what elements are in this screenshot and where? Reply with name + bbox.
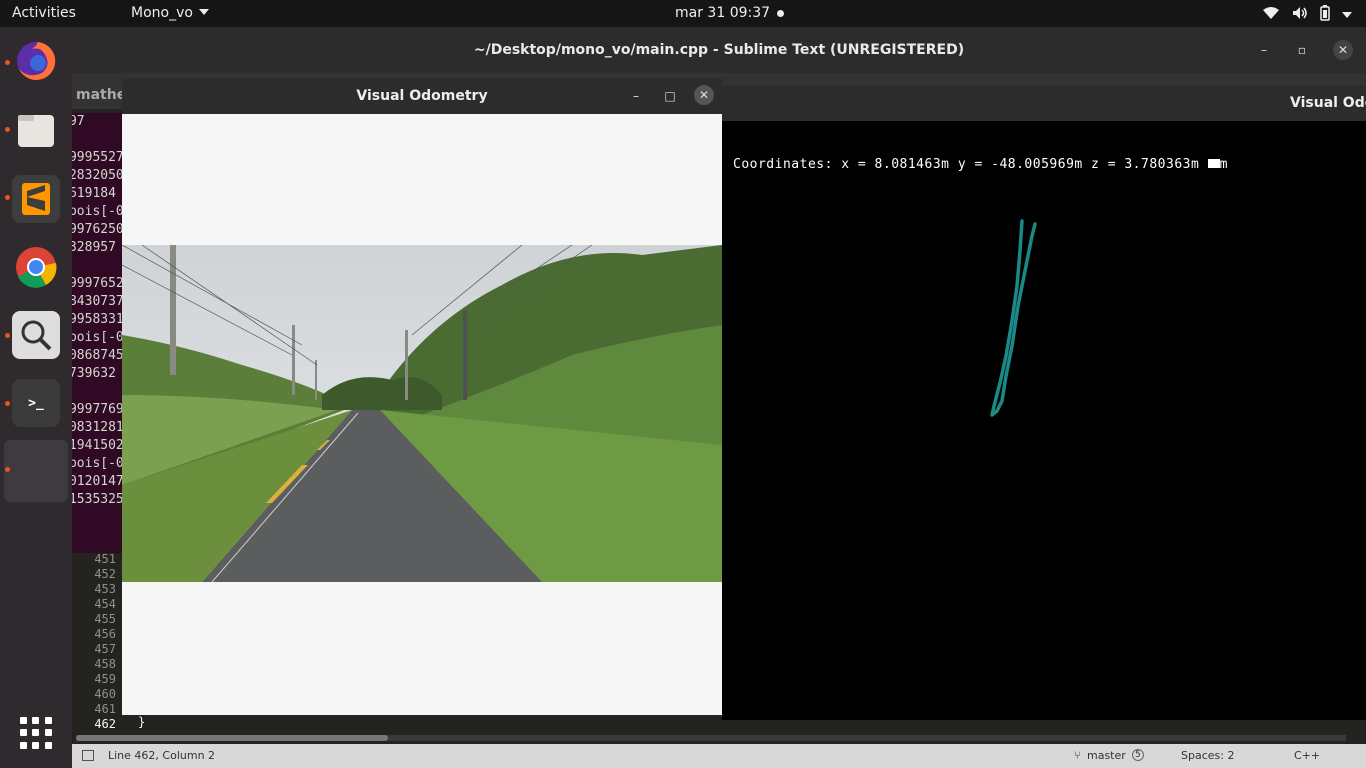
scrollbar-thumb[interactable] (76, 735, 388, 741)
camera-frame (122, 245, 722, 582)
dock-selected-slot[interactable] (4, 440, 68, 502)
indentation-setting[interactable]: Spaces: 2 (1181, 749, 1234, 762)
search-icon[interactable] (12, 311, 60, 359)
git-branch-icon: ⑂ (1074, 749, 1081, 762)
running-indicator (5, 60, 10, 65)
line-number: 453 (94, 582, 116, 596)
files-icon[interactable] (12, 107, 60, 155)
running-indicator (5, 127, 10, 132)
line-number: 455 (94, 612, 116, 626)
chrome-icon[interactable] (12, 243, 60, 291)
show-apps-icon[interactable] (20, 717, 52, 749)
terminal-icon[interactable]: >_ (12, 379, 60, 427)
firefox-icon[interactable] (12, 37, 60, 85)
wifi-icon (1262, 6, 1280, 24)
line-gutter: 451 452 453 454 455 456 457 458 459 460 461 462 (72, 552, 122, 732)
chevron-down-icon (1342, 12, 1352, 18)
line-number: 459 (94, 672, 116, 686)
close-button[interactable]: ✕ (694, 85, 714, 105)
trajectory-plot (990, 219, 1037, 417)
clock[interactable]: mar 31 09:37 (675, 5, 770, 21)
app-menu-label: Mono_vo (131, 5, 193, 21)
line-number: 451 (94, 552, 116, 566)
sublime-title: ~/Desktop/mono_vo/main.cpp - Sublime Tex… (72, 27, 1366, 73)
line-number: 452 (94, 567, 116, 581)
battery-icon (1320, 5, 1330, 25)
top-bar: Activities Mono_vo mar 31 09:37 (0, 0, 1366, 27)
trajectory-window[interactable]: Visual Odo Coordinates: x = 8.081463m y … (722, 85, 1366, 720)
close-button[interactable]: ✕ (1333, 40, 1353, 60)
volume-icon (1292, 6, 1308, 24)
running-indicator (5, 467, 10, 472)
git-change-count: 5 (1132, 749, 1144, 761)
minimize-button[interactable]: – (626, 86, 646, 106)
system-tray[interactable] (1262, 5, 1352, 25)
line-number: 460 (94, 687, 116, 701)
app-menu[interactable]: Mono_vo (131, 5, 209, 21)
maximize-button[interactable]: □ (660, 86, 680, 106)
panel-toggle-icon[interactable] (82, 750, 94, 761)
sublime-icon[interactable] (12, 175, 60, 223)
notification-dot-icon (777, 10, 784, 17)
line-number: 457 (94, 642, 116, 656)
line-number: 462 (94, 717, 116, 731)
running-indicator (5, 195, 10, 200)
maximize-button[interactable]: ▫ (1292, 40, 1312, 60)
line-number: 458 (94, 657, 116, 671)
chevron-down-icon (198, 9, 209, 15)
line-number: 456 (94, 627, 116, 641)
activities-button[interactable]: Activities (12, 5, 76, 21)
visual-odometry-window[interactable]: Visual Odometry – □ ✕ (122, 78, 722, 715)
dock: >_ (0, 27, 72, 768)
status-bar: Line 462, Column 2 ⑂ master 5 Spaces: 2 … (72, 744, 1366, 768)
cursor-position: Line 462, Column 2 (108, 749, 216, 762)
tab-main[interactable]: mathe (76, 87, 126, 103)
code-line[interactable]: } (138, 715, 145, 729)
running-indicator (5, 401, 10, 406)
horizontal-scrollbar[interactable] (76, 735, 1346, 741)
trajectory-path (990, 219, 1037, 417)
line-number: 454 (94, 597, 116, 611)
minimize-button[interactable]: – (1254, 40, 1274, 60)
syntax-setting[interactable]: C++ (1294, 749, 1320, 762)
line-number: 461 (94, 702, 116, 716)
window-title: Visual Odo (722, 85, 1366, 121)
running-indicator (5, 333, 10, 338)
git-branch[interactable]: master (1087, 749, 1126, 762)
